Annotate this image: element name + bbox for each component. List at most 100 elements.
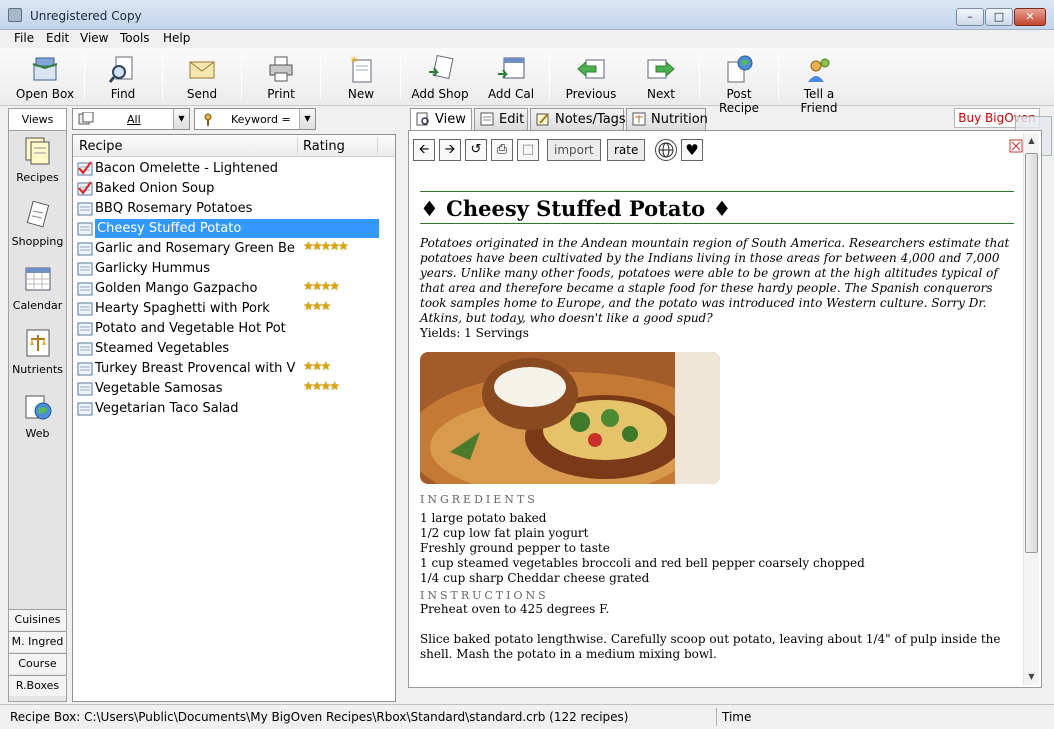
menu-view[interactable]: View (80, 31, 108, 45)
post-recipe-button[interactable]: Post Recipe (706, 52, 772, 115)
refresh-button[interactable]: ↺ (465, 139, 487, 161)
instructions-heading: Instructions (420, 589, 549, 602)
recipe-row[interactable]: Bacon Omelette - Lightened (75, 159, 377, 178)
print-button[interactable]: Print (250, 52, 312, 104)
scroll-up-button[interactable]: ▲ (1024, 133, 1039, 149)
recipe-tabs: View Edit Notes/Tags Nutrition (408, 108, 1048, 131)
shopping-icon (26, 200, 49, 228)
maximize-button[interactable]: □ (985, 8, 1013, 26)
next-button[interactable]: Next (630, 52, 692, 104)
view-web[interactable]: Web (9, 391, 66, 451)
rate-button[interactable]: rate (607, 139, 646, 161)
scroll-thumb[interactable] (1025, 153, 1038, 553)
send-button[interactable]: Send (170, 52, 234, 104)
recipe-row[interactable]: Golden Mango Gazpacho ★★★★ (75, 279, 377, 298)
toggle-frame-button[interactable]: □ (517, 139, 539, 161)
tab-view[interactable]: View (410, 108, 472, 131)
new-button[interactable]: ✳ New (330, 52, 392, 104)
close-recipe-icon[interactable] (1009, 139, 1023, 153)
rating-stars: ★★★ (303, 359, 331, 373)
recipe-row[interactable]: Garlic and Rosemary Green Be... ★★★★★ (75, 239, 377, 258)
filter-icon (78, 112, 94, 125)
scope-combo[interactable]: All ▼ (72, 108, 190, 130)
rating-stars: ★★★★ (303, 279, 340, 293)
favorite-button[interactable]: ♥ (681, 139, 703, 161)
minimize-button[interactable]: – (956, 8, 984, 26)
recipe-card-icon (77, 282, 93, 296)
recipe-list: Recipe Rating Bacon Omelette - Lightened… (72, 134, 396, 702)
recipe-row[interactable]: Garlicky Hummus (75, 259, 377, 278)
globe-button[interactable] (655, 139, 677, 161)
status-recipe-box-path: Recipe Box: C:\Users\Public\Documents\My… (10, 710, 629, 724)
recipe-name: Vegetable Samosas (95, 381, 223, 396)
svg-text:✳: ✳ (350, 55, 358, 66)
recipe-name: Hearty Spaghetti with Pork (95, 301, 270, 316)
find-icon (108, 56, 133, 83)
scope-dropdown-icon[interactable]: ▼ (173, 109, 189, 129)
recipe-row[interactable]: Vegetarian Taco Salad (75, 399, 377, 418)
search-field-dropdown-icon[interactable]: ▼ (299, 109, 315, 129)
recipe-card-icon (77, 402, 93, 416)
close-button[interactable]: ✕ (1014, 8, 1046, 26)
search-field-combo[interactable]: Keyword = ▼ (194, 108, 316, 130)
print-preview-button[interactable]: ⎙ (491, 139, 513, 161)
column-recipe[interactable]: Recipe (79, 139, 122, 154)
menu-bar: File Edit View Tools Help (0, 30, 1054, 48)
instruction-step: Slice baked potato lengthwise. Carefully… (420, 632, 1001, 661)
ingredient-line: 1 large potato baked (420, 511, 547, 525)
open-box-button[interactable]: Open Box (12, 52, 78, 104)
previous-button[interactable]: Previous (560, 52, 622, 104)
recipe-card-icon (77, 322, 93, 336)
nutrients-icon (26, 329, 49, 357)
add-shop-icon (429, 54, 454, 80)
recipe-row[interactable]: Hearty Spaghetti with Pork ★★★ (75, 299, 377, 318)
tab-notes-tags[interactable]: Notes/Tags (530, 108, 626, 130)
status-bar: Recipe Box: C:\Users\Public\Documents\My… (0, 704, 1054, 729)
menu-edit[interactable]: Edit (46, 31, 69, 45)
app-icon (8, 8, 22, 22)
view-nutrients[interactable]: Nutrients (9, 327, 66, 387)
view-tab-cuisines[interactable]: Cuisines (9, 609, 66, 630)
recipe-row[interactable]: Vegetable Samosas ★★★★ (75, 379, 377, 398)
recipe-row[interactable]: Baked Onion Soup (75, 179, 377, 198)
view-calendar[interactable]: Calendar (9, 263, 66, 323)
recipe-row[interactable]: Steamed Vegetables (75, 339, 377, 358)
recipe-view-pane: 🡨 🡪 ↺ ⎙ □ import rate ♥ ♦ Cheesy Stuffed… (408, 130, 1042, 688)
import-button[interactable]: import (547, 139, 601, 161)
scroll-down-button[interactable]: ▼ (1024, 669, 1039, 685)
back-button[interactable]: 🡨 (413, 139, 435, 161)
recipe-row[interactable]: Potato and Vegetable Hot Pot (75, 319, 377, 338)
search-field-value: Keyword = (231, 113, 291, 126)
recipe-card-icon (77, 222, 93, 236)
forward-button[interactable]: 🡪 (439, 139, 461, 161)
recipe-row[interactable]: Cheesy Stuffed Potato (75, 219, 379, 238)
post-recipe-icon (727, 55, 753, 83)
recipe-row[interactable]: Turkey Breast Provencal with V... ★★★ (75, 359, 377, 378)
view-recipes[interactable]: Recipes (9, 135, 66, 195)
recipe-row[interactable]: BBQ Rosemary Potatoes (75, 199, 377, 218)
menu-tools[interactable]: Tools (120, 31, 150, 45)
recipe-description: Potatoes originated in the Andean mounta… (420, 236, 1010, 325)
recipe-name: Garlic and Rosemary Green Be... (95, 241, 295, 256)
menu-help[interactable]: Help (163, 31, 190, 45)
tab-nutrition[interactable]: Nutrition (626, 108, 708, 130)
rating-stars: ★★★★ (303, 379, 340, 393)
find-button[interactable]: Find (92, 52, 154, 104)
view-shopping[interactable]: Shopping (9, 199, 66, 259)
recipe-checked-icon (77, 161, 93, 176)
calendar-icon (25, 267, 50, 291)
add-cal-button[interactable]: Add Cal (480, 52, 542, 104)
ingredient-line: 1 cup steamed vegetables broccoli and re… (420, 556, 865, 570)
pane-splitter[interactable] (398, 108, 406, 702)
view-tab-course[interactable]: Course (9, 653, 66, 674)
add-shop-button[interactable]: Add Shop (408, 52, 472, 104)
tell-a-friend-button[interactable]: Tell a Friend (784, 52, 854, 115)
recipe-scrollbar[interactable]: ▲ ▼ (1023, 133, 1039, 685)
menu-file[interactable]: File (14, 31, 34, 45)
tab-edit[interactable]: Edit (474, 108, 528, 130)
view-tab-recipe-boxes[interactable]: R.Boxes (9, 675, 66, 696)
column-rating[interactable]: Rating (303, 139, 345, 154)
view-tab-main-ingredient[interactable]: M. Ingred (9, 631, 66, 652)
recipe-card-icon (77, 302, 93, 316)
recipe-card-icon (77, 382, 93, 396)
